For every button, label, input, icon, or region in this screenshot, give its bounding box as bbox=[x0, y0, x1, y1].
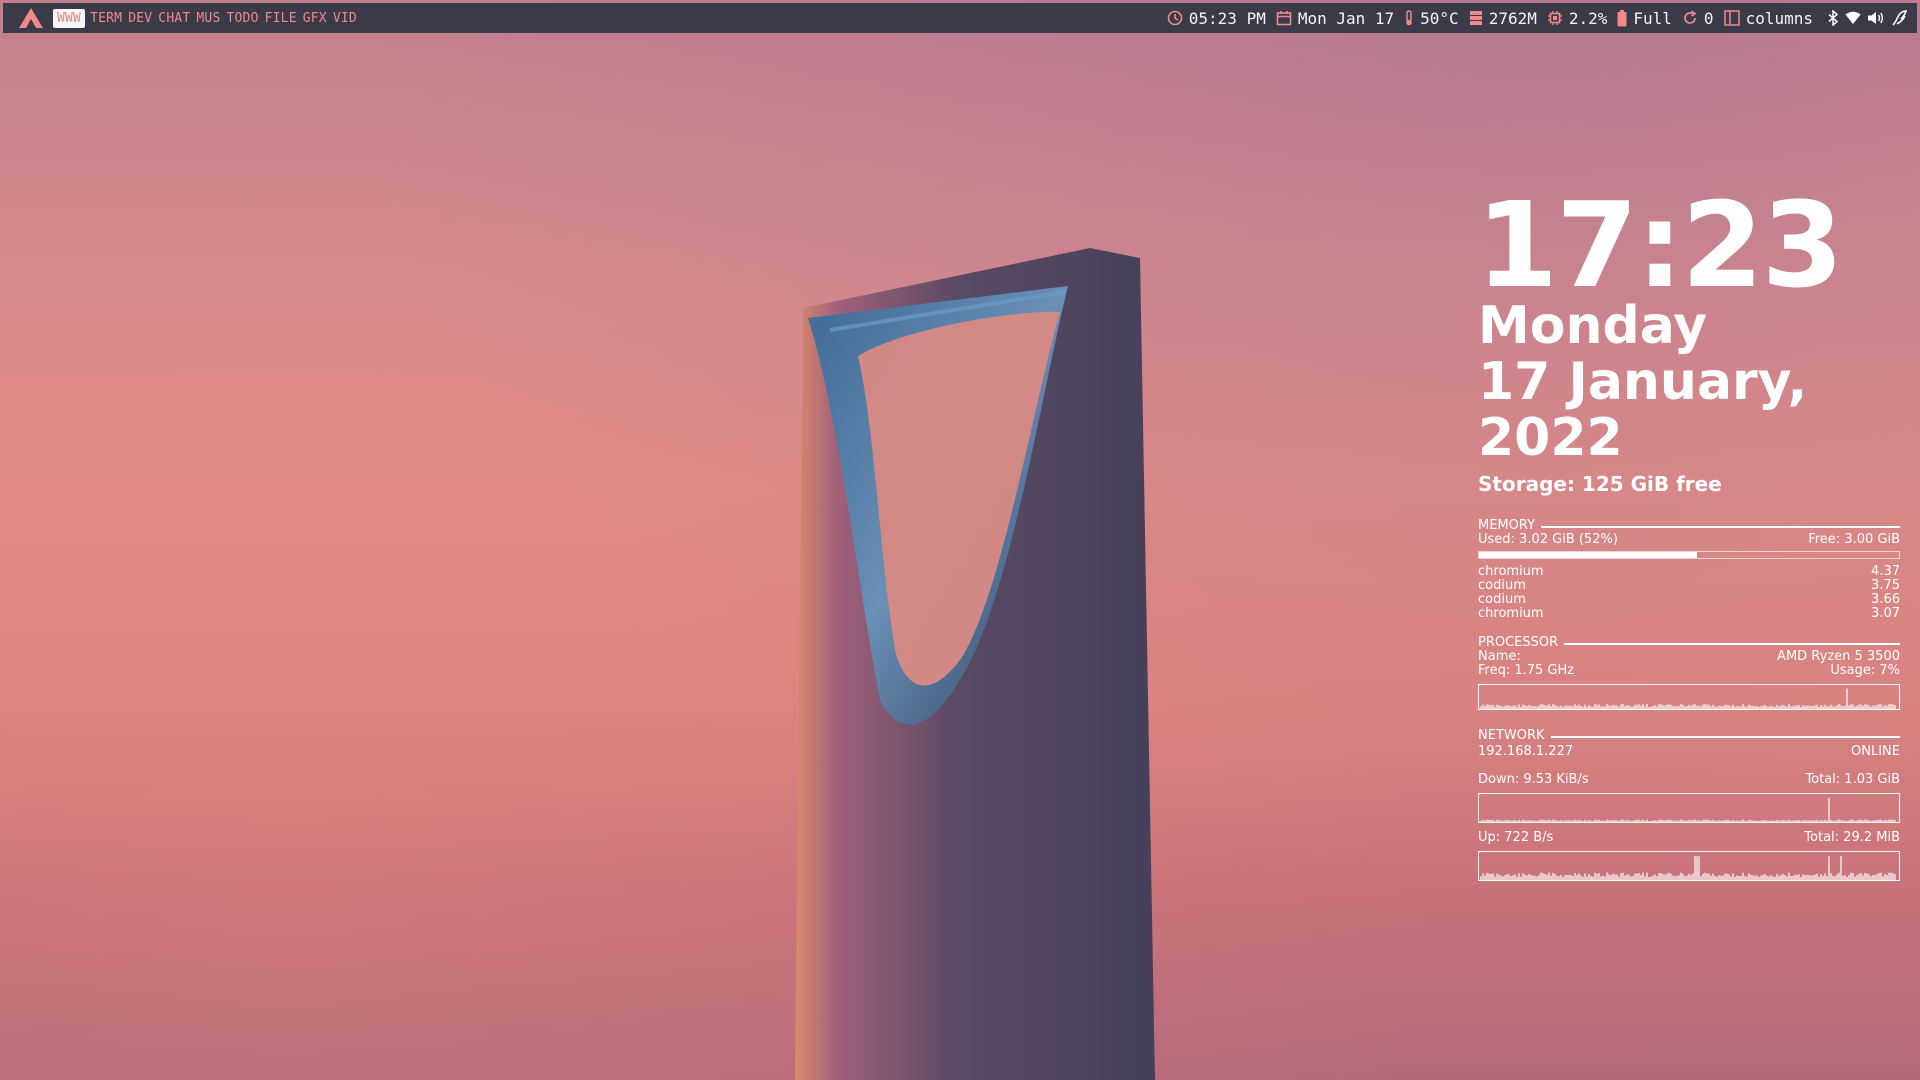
columns-layout-icon bbox=[1723, 10, 1740, 26]
workspace-todo[interactable]: TODO bbox=[224, 11, 262, 26]
cpu-name-row: Name: AMD Ryzen 5 3500 bbox=[1478, 650, 1900, 664]
conky-widget: 17:23 Monday 17 January, 2022 Storage: 1… bbox=[1476, 176, 1900, 881]
app-tray-icon[interactable] bbox=[1891, 10, 1907, 26]
process-name: chromium bbox=[1478, 606, 1544, 621]
network-title: NETWORK bbox=[1478, 728, 1545, 743]
upload-total: Total: 29.2 MiB bbox=[1804, 830, 1900, 845]
updates-module[interactable]: 0 bbox=[1682, 9, 1714, 28]
clock-module[interactable]: 05:23 PM bbox=[1167, 9, 1266, 28]
volume-icon[interactable] bbox=[1867, 10, 1885, 26]
section-divider bbox=[1564, 643, 1900, 645]
process-value: 4.37 bbox=[1871, 564, 1900, 579]
clock-display: 17:23 bbox=[1476, 176, 1844, 314]
battery-text: Full bbox=[1633, 8, 1672, 28]
refresh-icon bbox=[1684, 10, 1697, 24]
cpu-module[interactable]: 2.2% bbox=[1547, 8, 1608, 28]
process-value: 3.75 bbox=[1871, 578, 1900, 593]
memory-usage-bar bbox=[1478, 551, 1900, 559]
section-divider bbox=[1541, 526, 1900, 528]
process-name: chromium bbox=[1478, 564, 1544, 579]
system-tray bbox=[1827, 10, 1907, 26]
layout-module[interactable]: columns bbox=[1723, 8, 1813, 28]
memory-section-header: MEMORY bbox=[1478, 518, 1900, 533]
wifi-icon[interactable] bbox=[1845, 11, 1861, 25]
download-graph bbox=[1478, 793, 1900, 823]
memory-text: 2762M bbox=[1488, 8, 1537, 28]
cpu-usage: Usage: 7% bbox=[1830, 663, 1900, 678]
cpu-freq-row: Freq: 1.75 GHz Usage: 7% bbox=[1478, 664, 1900, 678]
process-name: codium bbox=[1478, 592, 1526, 607]
workspace-www[interactable]: WWW bbox=[53, 8, 86, 28]
upload-speed: Up: 722 B/s bbox=[1478, 830, 1554, 845]
memory-usage-fill bbox=[1479, 552, 1698, 558]
top-bar: WWW TERM DEV CHAT MUS TODO FILE GFX VID … bbox=[3, 3, 1917, 33]
battery-module[interactable]: Full bbox=[1617, 9, 1672, 28]
workspace-chat[interactable]: CHAT bbox=[155, 11, 193, 26]
workspace-list: WWW TERM DEV CHAT MUS TODO FILE GFX VID bbox=[53, 8, 360, 28]
cpu-text: 2.2% bbox=[1568, 8, 1608, 28]
memory-module[interactable]: 2762M bbox=[1469, 9, 1537, 28]
download-total: Total: 1.03 GiB bbox=[1805, 772, 1900, 787]
network-state: ONLINE bbox=[1851, 744, 1900, 759]
download-speed: Down: 9.53 KiB/s bbox=[1478, 772, 1589, 787]
bluetooth-icon[interactable] bbox=[1827, 10, 1839, 26]
memory-title: MEMORY bbox=[1478, 518, 1536, 533]
date-module[interactable]: Mon Jan 17 bbox=[1276, 9, 1394, 28]
section-divider bbox=[1550, 736, 1900, 738]
temperature-text: 50°C bbox=[1420, 8, 1459, 28]
layout-text: columns bbox=[1745, 8, 1813, 28]
cpu-name-value: AMD Ryzen 5 3500 bbox=[1777, 649, 1900, 664]
cpu-name-label: Name: bbox=[1478, 649, 1521, 664]
memory-icon bbox=[1469, 11, 1482, 25]
download-row: Down: 9.53 KiB/s Total: 1.03 GiB bbox=[1478, 773, 1900, 787]
status-area: 05:23 PM Mon Jan 17 50°C 2762M 2.2% Full… bbox=[1157, 9, 1917, 28]
calendar-icon bbox=[1276, 11, 1292, 26]
process-row: codium 3.75 bbox=[1478, 579, 1900, 593]
memory-summary: Used: 3.02 GiB (52%) Free: 3.00 GiB bbox=[1478, 533, 1900, 547]
battery-icon bbox=[1617, 9, 1627, 26]
network-ip-row: 192.168.1.227 ONLINE bbox=[1478, 745, 1900, 759]
upload-row: Up: 722 B/s Total: 29.2 MiB bbox=[1478, 831, 1900, 845]
full-date: 17 January, 2022 bbox=[1478, 352, 1808, 468]
thermometer-icon bbox=[1406, 10, 1412, 26]
workspace-file[interactable]: FILE bbox=[262, 11, 300, 26]
processor-section-header: PROCESSOR bbox=[1478, 635, 1900, 650]
process-name: codium bbox=[1478, 578, 1526, 593]
process-row: chromium 4.37 bbox=[1478, 565, 1900, 579]
process-row: codium 3.66 bbox=[1478, 593, 1900, 607]
network-section-header: NETWORK bbox=[1478, 728, 1900, 743]
cpu-icon bbox=[1547, 11, 1562, 25]
memory-used: Used: 3.02 GiB (52%) bbox=[1478, 532, 1618, 547]
temperature-module[interactable]: 50°C bbox=[1404, 9, 1459, 28]
updates-text: 0 bbox=[1703, 8, 1714, 28]
workspace-dev[interactable]: DEV bbox=[125, 11, 155, 26]
cpu-freq: Freq: 1.75 GHz bbox=[1478, 663, 1575, 678]
process-value: 3.07 bbox=[1871, 606, 1900, 621]
clock-icon bbox=[1167, 10, 1183, 26]
workspace-vid[interactable]: VID bbox=[330, 11, 360, 26]
ip-address: 192.168.1.227 bbox=[1478, 744, 1574, 759]
cpu-usage-graph bbox=[1478, 684, 1900, 710]
arch-logo-icon[interactable] bbox=[17, 7, 45, 29]
memory-free: Free: 3.00 GiB bbox=[1808, 532, 1900, 547]
process-value: 3.66 bbox=[1871, 592, 1900, 607]
processor-title: PROCESSOR bbox=[1478, 635, 1559, 650]
workspace-term[interactable]: TERM bbox=[87, 11, 125, 26]
storage-info: Storage: 125 GiB free bbox=[1478, 472, 1722, 496]
time-text: 05:23 PM bbox=[1188, 8, 1266, 28]
workspace-mus[interactable]: MUS bbox=[193, 11, 223, 26]
upload-graph bbox=[1478, 851, 1900, 881]
date-text: Mon Jan 17 bbox=[1297, 8, 1395, 28]
process-row: chromium 3.07 bbox=[1478, 607, 1900, 621]
workspace-gfx[interactable]: GFX bbox=[300, 11, 330, 26]
